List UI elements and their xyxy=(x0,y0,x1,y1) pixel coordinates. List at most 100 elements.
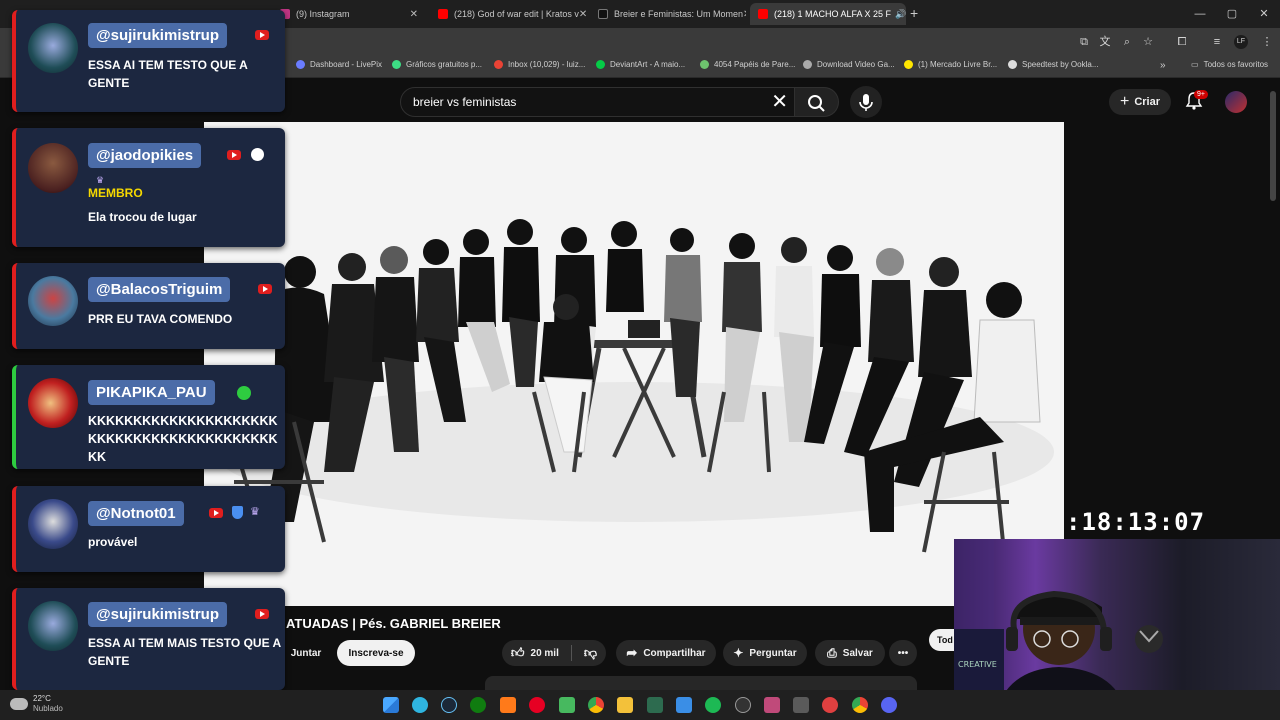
crown-icon: ♛ xyxy=(250,506,260,518)
bookmark-graficos[interactable]: Gráficos gratuitos p... xyxy=(392,60,482,69)
star-icon[interactable]: ☆ xyxy=(1141,35,1155,49)
more-actions-button[interactable]: ••• xyxy=(889,640,917,666)
bookmark-label: DeviantArt - A maio... xyxy=(610,60,686,69)
search-box[interactable]: breier vs feministas ✕ xyxy=(400,87,795,117)
bookmark-papeis[interactable]: 4054 Papéis de Pare... xyxy=(700,60,795,69)
notepad-icon[interactable] xyxy=(676,697,692,713)
reading-list-icon[interactable]: ≡ xyxy=(1210,35,1224,49)
thumbs-down-icon[interactable]: 👎︎ xyxy=(584,645,597,661)
chat-username: @Notnot01 xyxy=(88,501,184,526)
edge-icon[interactable] xyxy=(412,697,428,713)
zoom-icon[interactable]: ⌕ xyxy=(1120,35,1134,49)
voice-search-button[interactable] xyxy=(850,86,882,118)
bookmark-mercado-livre[interactable]: (1) Mercado Livre Br... xyxy=(904,60,997,69)
join-label: Juntar xyxy=(290,647,322,659)
youtube-icon xyxy=(255,609,269,619)
obs-icon[interactable] xyxy=(735,697,751,713)
video-frame xyxy=(204,122,1064,606)
user-avatar xyxy=(28,143,78,193)
app-icon[interactable] xyxy=(822,697,838,713)
bookmark-deviantart[interactable]: DeviantArt - A maio... xyxy=(596,60,685,69)
bookmark-icon xyxy=(700,60,709,69)
app-icon[interactable] xyxy=(559,697,575,713)
weather-description[interactable]: Nublado xyxy=(33,704,63,713)
chat-text: PRR EU TAVA COMENDO xyxy=(88,312,233,326)
close-icon[interactable]: ✕ xyxy=(579,9,586,20)
extensions-icon[interactable]: ⧠ xyxy=(1175,35,1189,49)
profile-icon[interactable]: LF xyxy=(1234,35,1248,49)
app-icon[interactable] xyxy=(793,697,809,713)
discord-icon[interactable] xyxy=(881,697,897,713)
chat-text: Ela trocou de lugar xyxy=(88,210,197,224)
clear-search-icon[interactable]: ✕ xyxy=(771,91,788,113)
close-window-icon[interactable]: ✕ xyxy=(1248,0,1280,28)
speedtest-icon xyxy=(1008,60,1017,69)
menu-icon[interactable]: ⋮ xyxy=(1260,35,1274,49)
chat-text: ESSA AI TEM MAIS TESTO QUE A GENTE xyxy=(88,636,281,668)
new-tab-button[interactable]: + xyxy=(910,5,918,21)
xbox-icon[interactable] xyxy=(470,697,486,713)
save-button[interactable]: ⎙ Salvar xyxy=(815,640,885,666)
deviantart-icon xyxy=(596,60,605,69)
vlc-icon[interactable] xyxy=(500,697,516,713)
all-bookmarks[interactable]: ▭ Todos os favoritos xyxy=(1191,60,1268,69)
minimize-icon[interactable]: — xyxy=(1184,0,1216,28)
tab-label: (218) God of war edit | Kratos v xyxy=(454,9,579,19)
create-button[interactable]: + Criar xyxy=(1109,89,1171,115)
youtube-icon xyxy=(255,30,269,40)
tab-macho-alfa[interactable]: (218) 1 MACHO ALFA X 25 F 🔊 ✕ xyxy=(750,3,906,25)
youtube-icon xyxy=(258,284,272,294)
tiktok-icon xyxy=(598,9,608,19)
start-icon[interactable] xyxy=(383,697,399,713)
maximize-icon[interactable]: ▢ xyxy=(1216,0,1248,28)
app-icon[interactable] xyxy=(764,697,780,713)
chrome-icon[interactable] xyxy=(852,697,868,713)
user-avatar xyxy=(28,601,78,651)
tab-god-of-war[interactable]: (218) God of war edit | Kratos v ✕ xyxy=(430,3,586,25)
bookmark-inbox[interactable]: Inbox (10,029) - luiz... xyxy=(494,60,585,69)
close-icon[interactable]: ✕ xyxy=(410,9,418,20)
bookmark-download-video[interactable]: Download Video Ga... xyxy=(803,60,895,69)
bookmark-speedtest[interactable]: Speedtest by Ookla... xyxy=(1008,60,1099,69)
page-scrollbar[interactable] xyxy=(1270,91,1276,201)
account-avatar[interactable] xyxy=(1225,91,1247,113)
speaker-icon[interactable]: 🔊 xyxy=(895,9,906,20)
bookmarks-overflow-icon[interactable]: » xyxy=(1160,60,1166,71)
file-explorer-icon[interactable] xyxy=(617,697,633,713)
cloud-icon xyxy=(10,698,28,710)
subscribe-label: Inscreva-se xyxy=(348,647,404,659)
close-icon[interactable]: ✕ xyxy=(743,9,746,20)
steam-icon[interactable] xyxy=(441,697,457,713)
tab-instagram[interactable]: (9) Instagram ✕ xyxy=(272,3,426,25)
translate-icon[interactable]: 文 xyxy=(1098,35,1112,49)
pinterest-icon[interactable] xyxy=(529,697,545,713)
search-icon xyxy=(808,95,825,112)
bookmark-icon: ⎙ xyxy=(827,645,837,660)
weather-temperature[interactable]: 22°C xyxy=(33,694,51,703)
cast-icon[interactable]: ⧉ xyxy=(1077,35,1091,49)
ask-button[interactable]: ✦ Perguntar xyxy=(723,640,807,666)
bookmark-label: (1) Mercado Livre Br... xyxy=(918,60,998,69)
app-icon[interactable] xyxy=(647,697,663,713)
microphone-icon xyxy=(859,94,873,111)
search-button[interactable] xyxy=(795,87,839,117)
join-button[interactable]: Juntar xyxy=(286,640,326,666)
user-avatar xyxy=(28,499,78,549)
bookmark-livepix[interactable]: Dashboard - LivePix xyxy=(296,60,382,69)
stream-timer: :18:13:07 xyxy=(1066,508,1206,536)
chat-username: PIKAPIKA_PAU xyxy=(88,380,215,405)
member-badge: MEMBRO xyxy=(88,186,143,200)
search-input[interactable]: breier vs feministas xyxy=(413,95,516,109)
subscribe-button[interactable]: Inscreva-se xyxy=(337,640,415,666)
video-player[interactable] xyxy=(204,122,1064,606)
bookmark-label: Download Video Ga... xyxy=(817,60,895,69)
like-button[interactable]: 👍︎ 20 mil xyxy=(511,645,559,661)
chat-text: ESSA AI TEM TESTO QUE A GENTE xyxy=(88,58,248,90)
xbox-icon xyxy=(237,386,251,400)
chrome-icon[interactable] xyxy=(588,697,604,713)
tab-breier-feministas[interactable]: Breier e Feministas: Um Momen ✕ xyxy=(590,3,746,25)
spotify-icon[interactable] xyxy=(705,697,721,713)
share-button[interactable]: ➦ Compartilhar xyxy=(616,640,716,666)
description-box[interactable] xyxy=(485,676,917,690)
filter-chip-all[interactable]: Tod xyxy=(929,629,955,651)
